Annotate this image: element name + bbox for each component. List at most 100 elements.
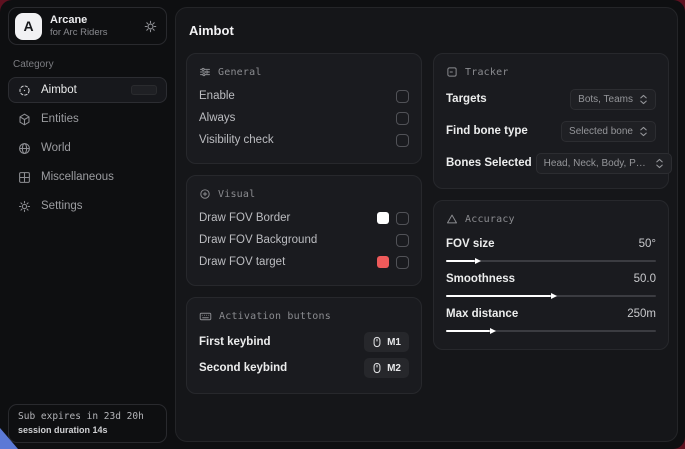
always-checkbox[interactable] [396,112,409,125]
chevrons-up-down-icon [639,94,648,105]
slider-group: Smoothness 50.0 [446,270,656,297]
sidebar-item-miscellaneous[interactable]: Miscellaneous [8,164,167,190]
app-title: Arcane [50,14,108,27]
mouse-icon [372,336,382,348]
dropdown-value: Selected bone [569,126,633,137]
panel-title: Accuracy [465,214,515,225]
sidebar-item-label: Settings [41,200,83,212]
scan-eye-icon [199,188,211,200]
gear-icon[interactable] [144,20,157,33]
setting-label: Draw FOV Border [199,212,290,224]
hotkey-hint-placeholder [131,85,157,95]
mouse-icon [372,362,382,374]
targets-dropdown[interactable]: Bots, Teams [570,89,656,110]
setting-row: Enable [199,85,409,107]
setting-row: Visibility check [199,129,409,151]
panel-title: Activation buttons [219,311,331,322]
setting-row: Always [199,107,409,129]
setting-label: Bones Selected [446,157,532,169]
fov-target-checkbox[interactable] [396,256,409,269]
slider-value: 250m [627,308,656,320]
dropdown-value: Bots, Teams [578,94,633,105]
fov-target-color-swatch[interactable] [377,256,389,268]
sidebar-nav: Aimbot Entities World [8,77,167,219]
sidebar-item-label: Miscellaneous [41,171,114,183]
setting-label: Targets [446,93,487,105]
sub-expiry-text: Sub expires in 23d 20h [18,411,157,422]
panel-accuracy: Accuracy FOV size 50° Smoothness [433,200,669,350]
setting-label: Draw FOV target [199,256,285,268]
second-keybind-button[interactable]: M2 [364,358,409,378]
setting-row: Bones Selected Head, Neck, Body, Pe... [446,150,656,176]
gear-icon [18,199,32,213]
slider-value: 50° [639,238,656,250]
app-subtitle: for Arc Riders [50,27,108,38]
keybind-value: M2 [387,363,401,374]
panel-title: Visual [218,189,255,200]
slider-fill [446,330,490,332]
setting-label: Find bone type [446,125,528,137]
panel-tracker: Tracker Targets Bots, Teams [433,53,669,189]
max-distance-slider[interactable] [446,330,656,332]
sidebar-item-aimbot[interactable]: Aimbot [8,77,167,103]
setting-label: Second keybind [199,362,287,374]
sidebar-item-settings[interactable]: Settings [8,193,167,219]
setting-row: Draw FOV Background [199,229,409,251]
page-title: Aimbot [189,23,669,38]
sidebar-item-entities[interactable]: Entities [8,106,167,132]
triangle-icon [446,213,458,225]
bones-selected-dropdown[interactable]: Head, Neck, Body, Pe... [536,153,672,174]
cube-icon [18,112,32,126]
setting-row: Targets Bots, Teams [446,86,656,112]
slider-group: FOV size 50° [446,235,656,262]
setting-label: First keybind [199,336,271,348]
setting-row: Find bone type Selected bone [446,118,656,144]
chevrons-up-down-icon [655,158,664,169]
sidebar-item-label: Aimbot [41,84,77,96]
setting-label: Smoothness [446,273,515,285]
slider-value: 50.0 [634,273,656,285]
setting-row: Second keybind M2 [199,355,409,381]
slider-fill [446,295,551,297]
first-keybind-button[interactable]: M1 [364,332,409,352]
setting-row: Draw FOV target [199,251,409,273]
panel-title: Tracker [465,67,509,78]
sidebar-item-label: World [41,142,71,154]
enable-checkbox[interactable] [396,90,409,103]
panel-title: General [218,67,262,78]
keyboard-icon [199,310,212,323]
dropdown-value: Head, Neck, Body, Pe... [544,158,649,169]
fov-border-checkbox[interactable] [396,212,409,225]
fov-size-slider[interactable] [446,260,656,262]
setting-row: Draw FOV Border [199,207,409,229]
app-logo-text: Arcane for Arc Riders [50,14,108,38]
focus-frame-icon [446,66,458,78]
smoothness-slider[interactable] [446,295,656,297]
panel-general: General Enable Always Visibility check [186,53,422,164]
slider-group: Max distance 250m [446,305,656,332]
panel-visual: Visual Draw FOV Border Draw FOV Backgrou… [186,175,422,286]
chevrons-up-down-icon [639,126,648,137]
find-bone-type-dropdown[interactable]: Selected bone [561,121,656,142]
fov-background-checkbox[interactable] [396,234,409,247]
setting-label: Draw FOV Background [199,234,317,246]
fov-border-color-swatch[interactable] [377,212,389,224]
logo-card: A Arcane for Arc Riders [8,7,167,45]
setting-row: First keybind M1 [199,329,409,355]
sidebar: A Arcane for Arc Riders Category [0,0,175,449]
app-window: A Arcane for Arc Riders Category [0,0,685,449]
session-duration-text: session duration 14s [18,425,157,435]
setting-label: Max distance [446,308,518,320]
sidebar-item-label: Entities [41,113,79,125]
slider-fill [446,260,475,262]
sidebar-item-world[interactable]: World [8,135,167,161]
panel-activation-buttons: Activation buttons First keybind M1 [186,297,422,394]
setting-label: Visibility check [199,134,274,146]
visibility-check-checkbox[interactable] [396,134,409,147]
grid-icon [18,170,32,184]
sliders-icon [199,66,211,78]
keybind-value: M1 [387,337,401,348]
category-label: Category [13,59,167,70]
setting-label: Always [199,112,235,124]
crosshair-icon [18,83,32,97]
